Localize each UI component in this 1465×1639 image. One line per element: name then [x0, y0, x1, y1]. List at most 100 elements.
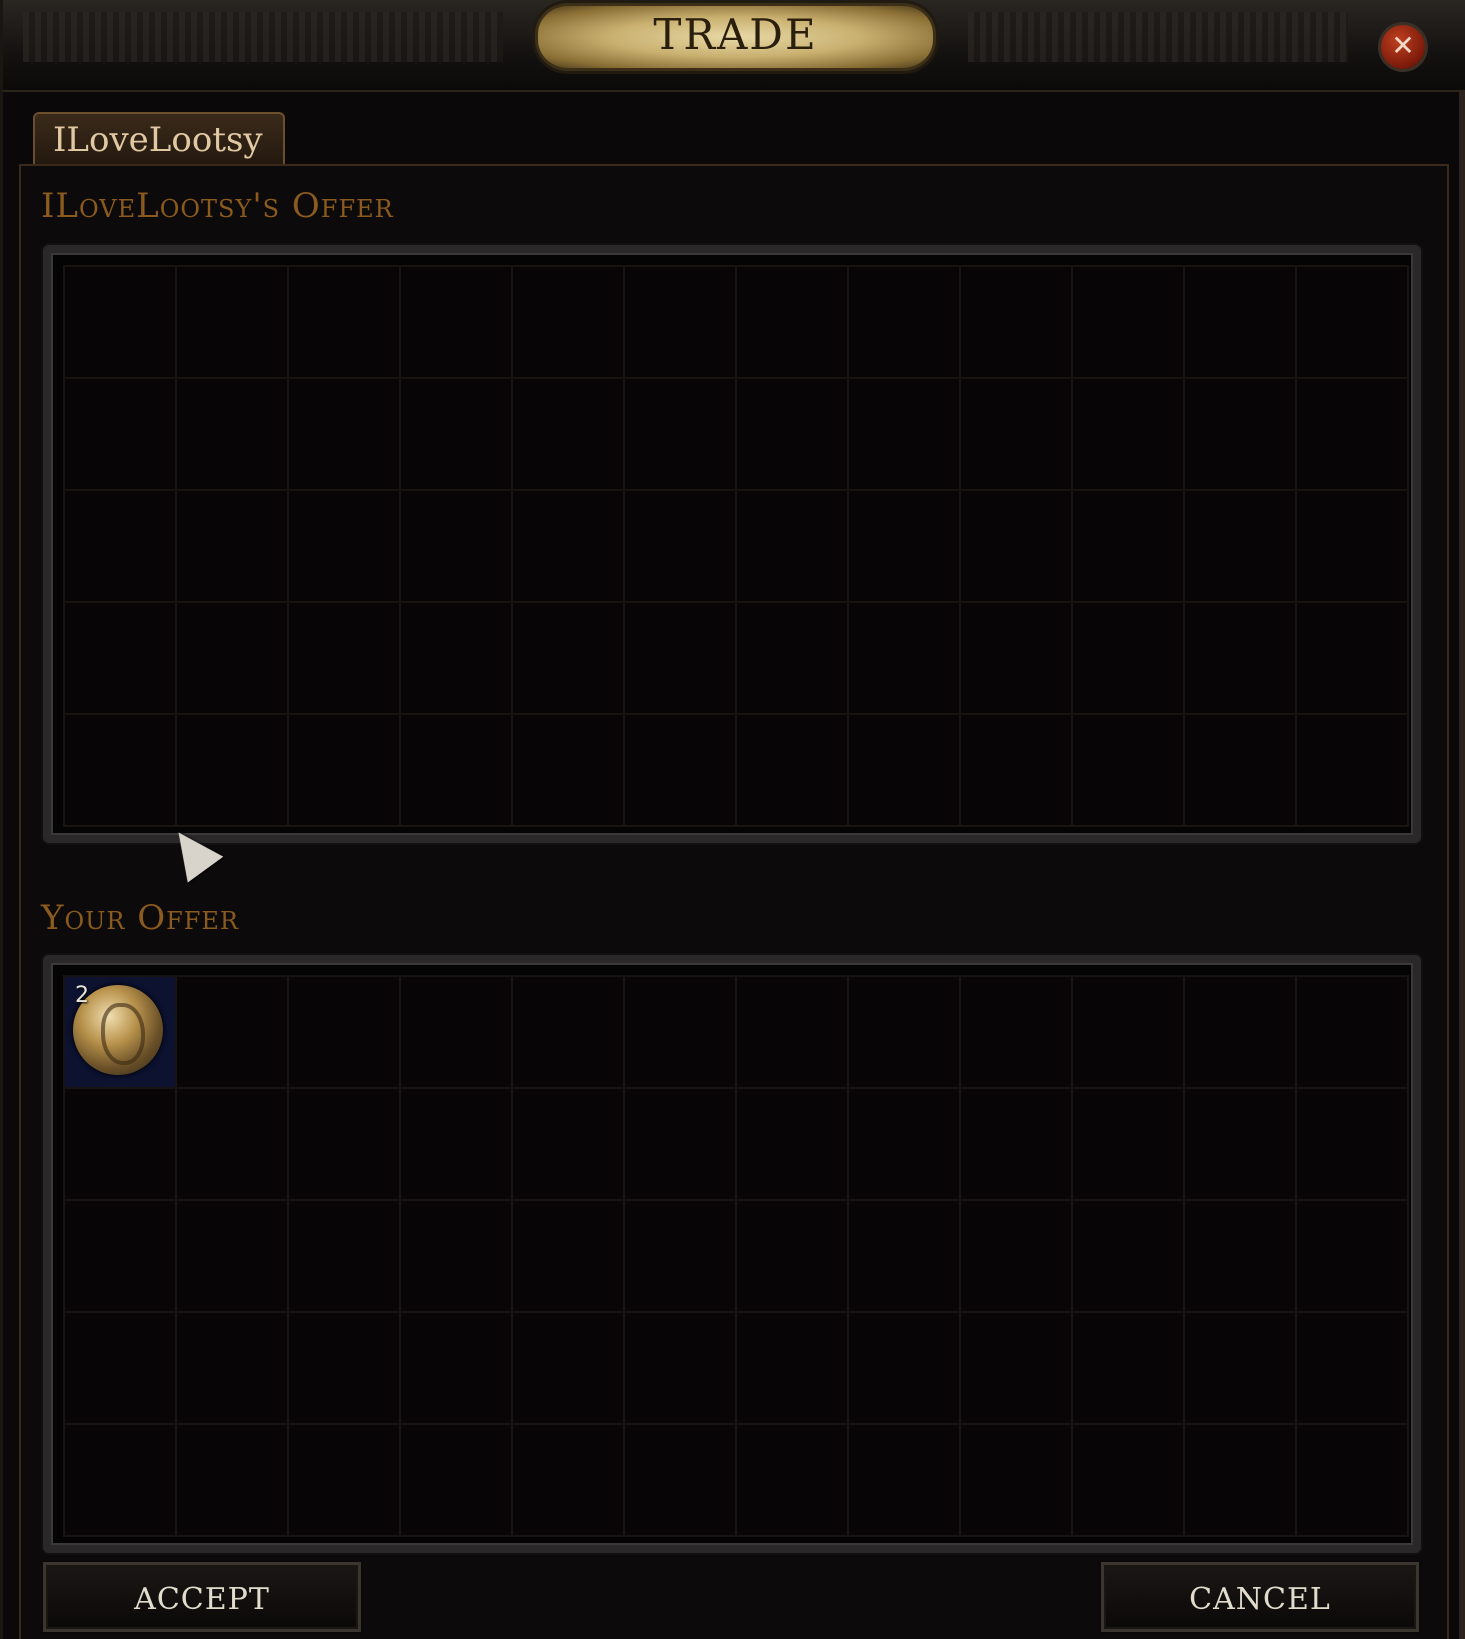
their-offer-slot[interactable]	[1185, 267, 1295, 377]
your-offer-slot[interactable]	[513, 1201, 623, 1311]
their-offer-slot[interactable]	[1185, 715, 1295, 825]
your-offer-slot[interactable]	[1073, 1089, 1183, 1199]
their-offer-slot[interactable]	[177, 267, 287, 377]
your-offer-slot[interactable]	[513, 1425, 623, 1535]
your-offer-slot[interactable]	[401, 1425, 511, 1535]
their-offer-slot[interactable]	[513, 715, 623, 825]
their-offer-slot[interactable]	[961, 603, 1071, 713]
their-offer-slot[interactable]	[625, 491, 735, 601]
your-offer-slot[interactable]	[737, 977, 847, 1087]
your-offer-slot[interactable]	[961, 1089, 1071, 1199]
their-offer-slot[interactable]	[1297, 267, 1407, 377]
their-offer-slot[interactable]	[401, 267, 511, 377]
your-offer-slot[interactable]	[849, 977, 959, 1087]
your-offer-slot[interactable]	[289, 1425, 399, 1535]
your-offer-slot[interactable]	[961, 1313, 1071, 1423]
accept-button[interactable]: ACCEPT	[43, 1562, 361, 1632]
your-offer-slot[interactable]	[513, 977, 623, 1087]
their-offer-slot[interactable]	[737, 715, 847, 825]
your-offer-slot[interactable]	[625, 1425, 735, 1535]
your-offer-slot[interactable]	[401, 977, 511, 1087]
your-offer-slot[interactable]	[65, 1313, 175, 1423]
their-offer-slot[interactable]	[625, 379, 735, 489]
your-offer-slot[interactable]	[625, 1089, 735, 1199]
their-offer-slot[interactable]	[961, 491, 1071, 601]
their-offer-slot[interactable]	[401, 491, 511, 601]
your-offer-slot[interactable]	[849, 1201, 959, 1311]
their-offer-slot[interactable]	[1073, 379, 1183, 489]
their-offer-slot[interactable]	[1185, 603, 1295, 713]
your-offer-slot[interactable]	[65, 1425, 175, 1535]
their-offer-slot[interactable]	[1297, 491, 1407, 601]
your-offer-slot[interactable]	[737, 1425, 847, 1535]
their-offer-slot[interactable]	[65, 491, 175, 601]
their-offer-slot[interactable]	[849, 603, 959, 713]
your-offer-slot[interactable]	[1297, 1201, 1407, 1311]
your-offer-slot[interactable]	[1185, 1313, 1295, 1423]
their-offer-slot[interactable]	[401, 603, 511, 713]
their-offer-slot[interactable]	[1297, 379, 1407, 489]
their-offer-slot[interactable]	[177, 379, 287, 489]
your-offer-slot[interactable]	[737, 1201, 847, 1311]
cancel-button[interactable]: CANCEL	[1101, 1562, 1419, 1632]
your-offer-slot[interactable]	[1297, 1313, 1407, 1423]
their-offer-slot[interactable]	[737, 379, 847, 489]
your-offer-slot[interactable]	[849, 1425, 959, 1535]
your-offer-slot[interactable]	[289, 1313, 399, 1423]
your-offer-slot[interactable]	[177, 1201, 287, 1311]
their-offer-slot[interactable]	[1073, 267, 1183, 377]
your-offer-slot[interactable]	[1297, 977, 1407, 1087]
their-offer-slot[interactable]	[961, 267, 1071, 377]
your-offer-slot[interactable]	[737, 1089, 847, 1199]
their-offer-slot[interactable]	[849, 379, 959, 489]
their-offer-slot[interactable]	[513, 491, 623, 601]
their-offer-slot[interactable]	[625, 603, 735, 713]
their-offer-slot[interactable]	[849, 715, 959, 825]
your-offer-slot[interactable]	[289, 1201, 399, 1311]
their-offer-slot[interactable]	[289, 267, 399, 377]
your-offer-slot[interactable]	[1185, 977, 1295, 1087]
their-offer-slot[interactable]	[1073, 715, 1183, 825]
your-offer-slot[interactable]	[513, 1089, 623, 1199]
close-icon[interactable]: ✕	[1378, 22, 1428, 72]
your-offer-slot[interactable]	[961, 1201, 1071, 1311]
their-offer-slot[interactable]	[289, 715, 399, 825]
their-offer-slot[interactable]	[961, 379, 1071, 489]
their-offer-slot[interactable]	[1297, 715, 1407, 825]
their-offer-slot[interactable]	[513, 603, 623, 713]
your-offer-slot[interactable]	[1185, 1425, 1295, 1535]
their-offer-slot[interactable]	[1073, 603, 1183, 713]
their-offer-slot[interactable]	[289, 379, 399, 489]
your-offer-slot[interactable]	[1297, 1089, 1407, 1199]
your-offer-slot[interactable]	[1073, 1201, 1183, 1311]
tab-player[interactable]: ILoveLootsy	[33, 112, 285, 164]
your-offer-slot[interactable]: 2	[65, 977, 175, 1087]
their-offer-slot[interactable]	[289, 603, 399, 713]
their-offer-slot[interactable]	[1185, 491, 1295, 601]
your-offer-slot[interactable]	[177, 977, 287, 1087]
their-offer-slot[interactable]	[625, 267, 735, 377]
their-offer-slot[interactable]	[289, 491, 399, 601]
their-offer-slot[interactable]	[1073, 491, 1183, 601]
your-offer-slot[interactable]	[1185, 1089, 1295, 1199]
your-offer-slot[interactable]	[1073, 1425, 1183, 1535]
their-offer-slot[interactable]	[401, 379, 511, 489]
your-offer-slot[interactable]	[513, 1313, 623, 1423]
their-offer-slot[interactable]	[849, 267, 959, 377]
your-offer-slot[interactable]	[849, 1313, 959, 1423]
their-offer-slot[interactable]	[849, 491, 959, 601]
your-offer-slot[interactable]	[289, 977, 399, 1087]
their-offer-slot[interactable]	[65, 715, 175, 825]
your-offer-slot[interactable]	[1297, 1425, 1407, 1535]
your-offer-slot[interactable]	[625, 1313, 735, 1423]
your-offer-slot[interactable]	[177, 1425, 287, 1535]
their-offer-slot[interactable]	[65, 267, 175, 377]
your-offer-slot[interactable]	[289, 1089, 399, 1199]
your-offer-slot[interactable]	[401, 1313, 511, 1423]
their-offer-slot[interactable]	[177, 715, 287, 825]
your-offer-slot[interactable]	[625, 1201, 735, 1311]
their-offer-slot[interactable]	[1297, 603, 1407, 713]
their-offer-slot[interactable]	[513, 379, 623, 489]
your-offer-slot[interactable]	[65, 1201, 175, 1311]
your-offer-slot[interactable]	[401, 1089, 511, 1199]
